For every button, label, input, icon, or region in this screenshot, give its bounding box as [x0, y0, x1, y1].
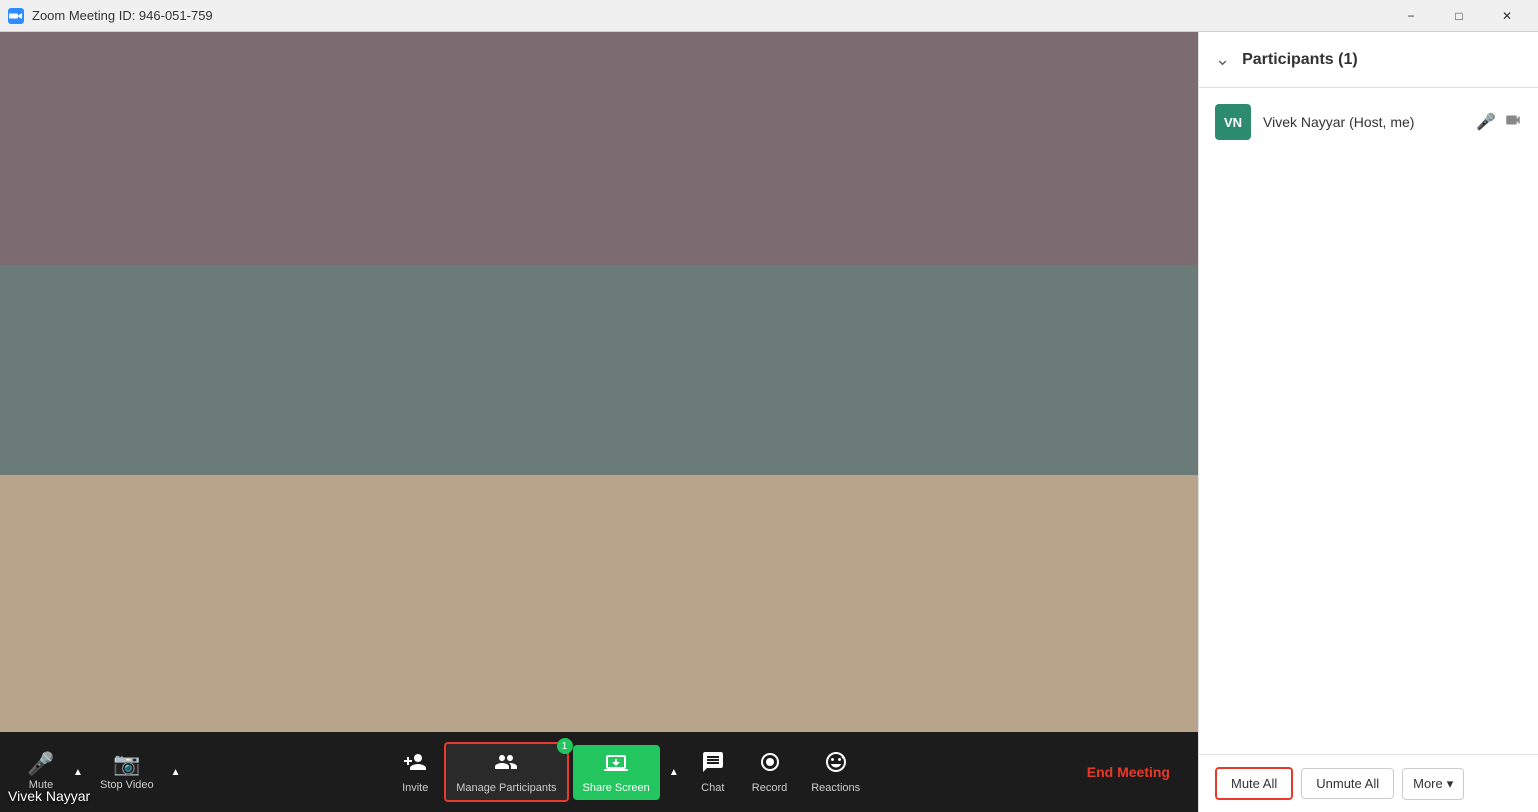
participant-video-icon — [1504, 111, 1522, 134]
participant-name: Vivek Nayyar (Host, me) — [1263, 114, 1464, 130]
share-screen-label: Share Screen — [583, 782, 650, 794]
manage-participants-label: Manage Participants — [456, 782, 556, 794]
manage-participants-wrapper: Manage Participants 1 — [444, 742, 568, 802]
participants-panel: ⌄ Participants (1) VN Vivek Nayyar (Host… — [1198, 32, 1538, 812]
end-meeting-button[interactable]: End Meeting — [1075, 756, 1182, 788]
panel-title: Participants (1) — [1242, 51, 1522, 69]
mute-all-button[interactable]: Mute All — [1215, 767, 1293, 800]
title-bar-title: Zoom Meeting ID: 946-051-759 — [32, 8, 213, 23]
video-area: Vivek Nayyar 🎤 Mute ▲ 📷 Stop Video ▲ — [0, 32, 1198, 812]
participants-icon — [494, 750, 518, 778]
camera-icon: 📷 — [113, 753, 140, 775]
participant-mic-icon: 🎤 — [1476, 112, 1496, 132]
stop-video-button[interactable]: 📷 Stop Video — [90, 747, 164, 797]
list-item: VN Vivek Nayyar (Host, me) 🎤 — [1199, 96, 1538, 148]
share-screen-icon — [604, 751, 628, 778]
invite-label: Invite — [402, 782, 428, 794]
invite-button[interactable]: Invite — [390, 744, 440, 800]
panel-collapse-button[interactable]: ⌄ — [1215, 49, 1230, 70]
more-button[interactable]: More ▾ — [1402, 768, 1464, 800]
share-screen-caret-button[interactable]: ▲ — [664, 752, 684, 792]
chat-label: Chat — [701, 782, 724, 794]
reactions-label: Reactions — [811, 782, 860, 794]
close-button[interactable]: ✕ — [1484, 1, 1530, 31]
panel-footer: Mute All Unmute All More ▾ — [1199, 754, 1538, 812]
panel-header: ⌄ Participants (1) — [1199, 32, 1538, 88]
record-icon — [758, 750, 782, 778]
main-content: Vivek Nayyar 🎤 Mute ▲ 📷 Stop Video ▲ — [0, 32, 1538, 812]
manage-participants-button[interactable]: Manage Participants — [444, 742, 568, 802]
chat-icon — [701, 750, 725, 778]
mute-caret-button[interactable]: ▲ — [68, 752, 88, 792]
maximize-button[interactable]: □ — [1436, 1, 1482, 31]
participants-badge: 1 — [557, 738, 573, 754]
more-chevron-icon: ▾ — [1447, 776, 1454, 792]
zoom-icon — [8, 8, 24, 24]
participant-label: Vivek Nayyar — [8, 788, 90, 804]
share-screen-button[interactable]: Share Screen — [573, 745, 660, 800]
more-label: More — [1413, 776, 1443, 791]
title-bar: Zoom Meeting ID: 946-051-759 − □ ✕ — [0, 0, 1538, 32]
invite-icon — [403, 750, 427, 778]
record-label: Record — [752, 782, 787, 794]
reactions-icon — [824, 750, 848, 778]
minimize-button[interactable]: − — [1388, 1, 1434, 31]
toolbar-right: End Meeting — [1075, 756, 1182, 788]
avatar: VN — [1215, 104, 1251, 140]
video-caret-button[interactable]: ▲ — [166, 752, 186, 792]
video-section-mid — [0, 265, 1198, 475]
toolbar-center: Invite Manage Participants 1 — [186, 742, 1075, 802]
title-bar-controls: − □ ✕ — [1388, 1, 1530, 31]
toolbar: 🎤 Mute ▲ 📷 Stop Video ▲ — [0, 732, 1198, 812]
panel-body: VN Vivek Nayyar (Host, me) 🎤 — [1199, 88, 1538, 754]
record-button[interactable]: Record — [742, 744, 797, 800]
stop-video-label: Stop Video — [100, 779, 154, 791]
video-sections — [0, 32, 1198, 732]
mic-icon: 🎤 — [27, 753, 54, 775]
reactions-button[interactable]: Reactions — [801, 744, 870, 800]
chat-button[interactable]: Chat — [688, 744, 738, 800]
participant-icons: 🎤 — [1476, 111, 1522, 134]
video-section-bottom — [0, 475, 1198, 732]
video-section-top — [0, 32, 1198, 265]
unmute-all-button[interactable]: Unmute All — [1301, 768, 1394, 799]
title-bar-left: Zoom Meeting ID: 946-051-759 — [8, 8, 213, 24]
